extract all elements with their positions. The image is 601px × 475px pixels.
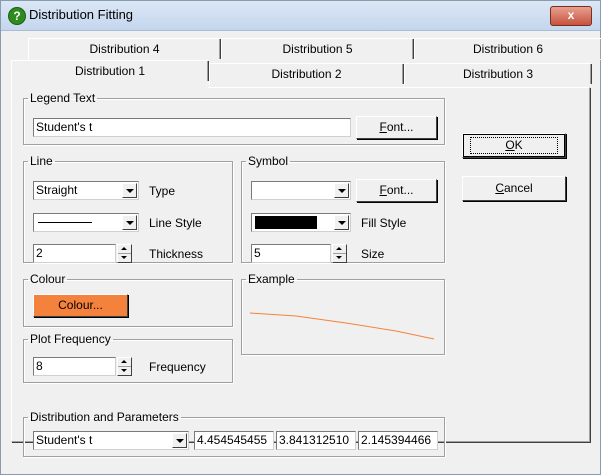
tab-distribution-4[interactable]: Distribution 4: [28, 38, 221, 60]
cancel-button[interactable]: Cancel: [462, 176, 566, 201]
spinner-down-icon[interactable]: [333, 254, 346, 262]
line-type-value: Straight: [36, 183, 78, 197]
ok-button-label: K: [514, 138, 523, 152]
distribution-select[interactable]: Student's t: [33, 431, 189, 450]
colour-group-title: Colour: [30, 272, 66, 286]
tab-distribution-1[interactable]: Distribution 1: [11, 60, 209, 89]
close-button[interactable]: x: [550, 6, 592, 26]
spinner-up-icon[interactable]: [333, 245, 346, 254]
ok-focus-rect: OK: [470, 137, 558, 154]
size-spinner[interactable]: [332, 244, 347, 263]
spinner-down-icon[interactable]: [118, 367, 131, 375]
fill-style-select[interactable]: [251, 213, 351, 232]
title-bar: ? Distribution Fitting x: [1, 1, 600, 31]
chevron-down-icon[interactable]: [172, 433, 187, 448]
example-group-title: Example: [248, 272, 295, 286]
legend-font-button[interactable]: Font...: [356, 116, 437, 139]
size-label: Size: [361, 247, 385, 261]
window-title: Distribution Fitting: [29, 7, 134, 22]
frequency-spinner[interactable]: [117, 357, 132, 376]
ok-button-mnemonic: O: [505, 138, 515, 152]
spinner-up-icon[interactable]: [118, 245, 131, 254]
legend-font-button-label: ont...: [386, 120, 414, 134]
line-type-select[interactable]: Straight: [33, 181, 139, 200]
spinner-up-icon[interactable]: [118, 358, 131, 367]
help-icon: ?: [8, 7, 26, 25]
cancel-button-label: ancel: [503, 181, 533, 195]
distribution-parameters-group-title: Distribution and Parameters: [30, 410, 179, 424]
colour-button[interactable]: Colour...: [33, 294, 128, 317]
chevron-down-icon[interactable]: [122, 183, 137, 198]
line-group-title: Line: [30, 154, 53, 168]
thickness-spinner[interactable]: [117, 244, 132, 263]
cancel-button-mnemonic: C: [495, 181, 504, 195]
tab-distribution-6[interactable]: Distribution 6: [414, 38, 601, 60]
example-line: [249, 312, 435, 340]
symbol-font-button[interactable]: Font...: [356, 179, 437, 202]
size-input[interactable]: 5: [251, 244, 331, 263]
spinner-down-icon[interactable]: [118, 254, 131, 262]
dialog-window: ? Distribution Fitting x Distribution 4 …: [0, 0, 601, 475]
thickness-label: Thickness: [149, 247, 204, 261]
frequency-label: Frequency: [149, 360, 206, 374]
legend-font-button-mnemonic: F: [379, 120, 387, 134]
frequency-input[interactable]: 8: [33, 357, 116, 376]
fill-style-preview: [255, 216, 317, 229]
fill-style-label: Fill Style: [361, 216, 407, 230]
parameter-1-input[interactable]: 4.454545455: [194, 431, 274, 450]
symbol-font-button-label: ont...: [386, 183, 414, 197]
line-style-select[interactable]: [33, 213, 139, 232]
symbol-group-title: Symbol: [248, 154, 289, 168]
legend-text-group-title: Legend Text: [30, 91, 96, 105]
parameter-3-input[interactable]: 2.145394466: [358, 431, 438, 450]
chevron-down-icon[interactable]: [334, 183, 349, 198]
symbol-font-button-mnemonic: F: [379, 183, 387, 197]
legend-text-input[interactable]: Student's t: [33, 118, 351, 137]
example-preview: [249, 312, 435, 340]
line-type-label: Type: [149, 184, 176, 198]
ok-button[interactable]: OK: [462, 133, 566, 158]
plot-frequency-group-title: Plot Frequency: [30, 332, 111, 346]
distribution-value: Student's t: [36, 433, 93, 447]
thickness-input[interactable]: 2: [33, 244, 116, 263]
line-style-label: Line Style: [149, 216, 202, 230]
tab-distribution-5[interactable]: Distribution 5: [221, 38, 414, 60]
chevron-down-icon[interactable]: [334, 215, 349, 230]
parameter-2-input[interactable]: 3.841312510: [276, 431, 356, 450]
line-style-preview: [38, 222, 92, 223]
symbol-select[interactable]: [251, 181, 351, 200]
tab-distribution-3[interactable]: Distribution 3: [404, 63, 592, 85]
tab-distribution-2[interactable]: Distribution 2: [209, 63, 404, 85]
chevron-down-icon[interactable]: [122, 215, 137, 230]
